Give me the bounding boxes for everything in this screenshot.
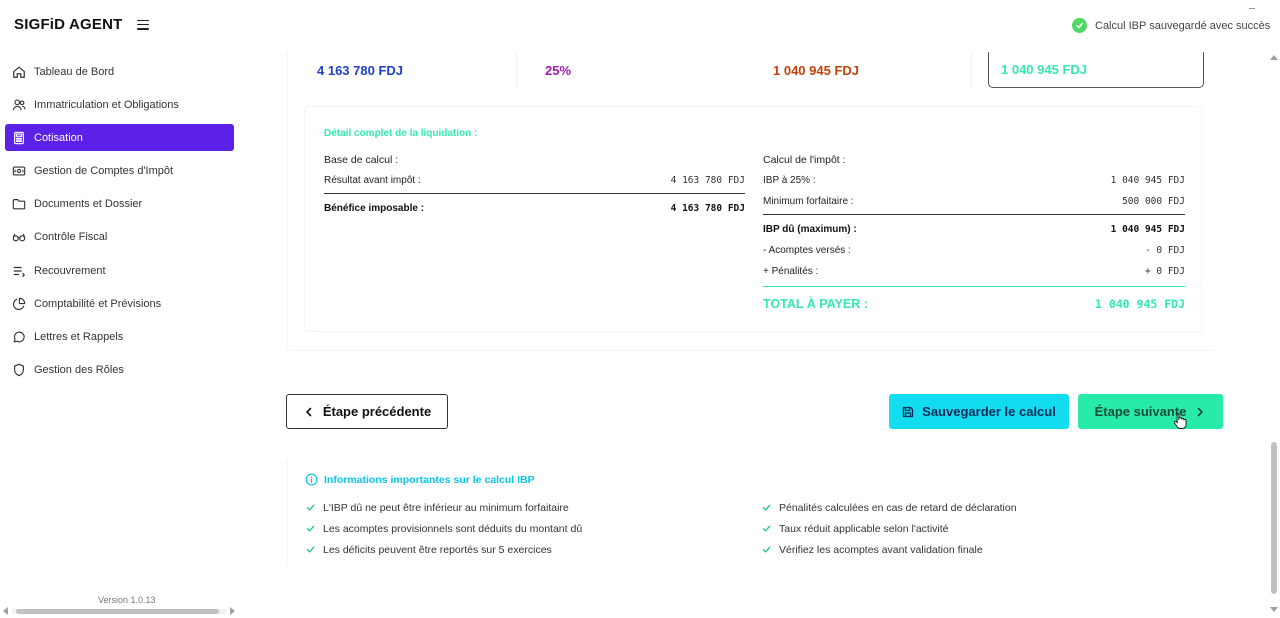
- toast-message: Calcul IBP sauvegardé avec succès: [1095, 19, 1271, 32]
- info-list-left: L'IBP dû ne peut être inférieur au minim…: [306, 497, 582, 560]
- detail-title: Détail complet de la liquidation :: [324, 128, 478, 139]
- detail-row: + Pénalités : + 0 FDJ: [763, 266, 1185, 277]
- brand: SIGFiD AGENT: [14, 16, 149, 33]
- divider: [324, 193, 745, 194]
- check-icon: [306, 525, 315, 532]
- previous-step-button[interactable]: Étape précédente: [286, 394, 448, 429]
- toast-close-icon[interactable]: [1249, 8, 1255, 9]
- folder-icon: [12, 197, 26, 211]
- scroll-thumb[interactable]: [1271, 442, 1277, 594]
- check-icon: [762, 546, 771, 553]
- vertical-scrollbar[interactable]: [1268, 52, 1280, 618]
- sidebar-item-comptes-impot[interactable]: Gestion de Comptes d'Impôt: [5, 158, 234, 185]
- total-to-pay: TOTAL À PAYER : 1 040 945 FDJ: [763, 297, 1185, 311]
- summary-rate: 25%: [545, 62, 572, 78]
- divider: [763, 286, 1185, 287]
- summary-ibp: 1 040 945 FDJ: [762, 52, 972, 88]
- glasses-icon: [12, 230, 26, 244]
- shield-icon: [12, 363, 26, 377]
- check-icon: [762, 504, 771, 511]
- calculator-icon: [12, 131, 26, 145]
- chevron-right-icon: [1198, 407, 1204, 416]
- scroll-down-icon[interactable]: [1270, 607, 1278, 612]
- summary-total: 1 040 945 FDJ: [988, 52, 1204, 88]
- next-step-button[interactable]: Étape suivante: [1078, 394, 1223, 429]
- brand-name: SIGFiD AGENT: [14, 16, 123, 33]
- scroll-thumb[interactable]: [16, 609, 219, 614]
- pie-chart-icon: [12, 297, 26, 311]
- horizontal-scrollbar[interactable]: [0, 605, 240, 617]
- calc-heading: Calcul de l'impôt :: [763, 154, 846, 166]
- sidebar-item-label: Cotisation: [34, 131, 83, 144]
- sidebar: SIGFiD AGENT Tableau de Bord Immatricula…: [0, 0, 240, 618]
- base-calcul-column: Base de calcul : Résultat avant impôt : …: [324, 154, 745, 219]
- sidebar-item-label: Gestion des Rôles: [34, 364, 124, 377]
- scroll-up-icon[interactable]: [1270, 55, 1278, 60]
- info-icon: [305, 473, 318, 486]
- list-item: Pénalités calculées en cas de retard de …: [762, 497, 1017, 518]
- detail-row: IBP à 25% : 1 040 945 FDJ: [763, 175, 1185, 186]
- sidebar-item-immatriculation[interactable]: Immatriculation et Obligations: [5, 91, 234, 118]
- sidebar-item-controle-fiscal[interactable]: Contrôle Fiscal: [5, 224, 234, 251]
- detail-row: Minimum forfaitaire : 500 000 FDJ: [763, 196, 1185, 207]
- sidebar-item-label: Documents et Dossier: [34, 198, 143, 211]
- detail-row-ibp-du: IBP dû (maximum) : 1 040 945 FDJ: [763, 224, 1185, 235]
- list-item: Vérifiez les acomptes avant validation f…: [762, 539, 1017, 560]
- scroll-right-icon[interactable]: [230, 607, 235, 615]
- sidebar-item-comptabilite[interactable]: Comptabilité et Prévisions: [5, 290, 234, 317]
- sidebar-item-label: Immatriculation et Obligations: [34, 98, 179, 111]
- check-icon: [306, 546, 315, 553]
- base-heading: Base de calcul :: [324, 154, 399, 166]
- save-icon: [903, 406, 914, 417]
- divider: [763, 214, 1185, 215]
- sidebar-item-label: Comptabilité et Prévisions: [34, 297, 162, 310]
- users-icon: [12, 98, 26, 112]
- check-icon: [762, 525, 771, 532]
- sidebar-item-label: Contrôle Fiscal: [34, 231, 108, 244]
- sidebar-item-recouvrement[interactable]: Recouvrement: [5, 257, 234, 284]
- list-icon: [12, 264, 26, 278]
- hand-cursor-icon: [1173, 413, 1187, 429]
- list-item: Taux réduit applicable selon l'activité: [762, 518, 1017, 539]
- sidebar-item-tableau-de-bord[interactable]: Tableau de Bord: [5, 58, 234, 85]
- list-item: L'IBP dû ne peut être inférieur au minim…: [306, 497, 582, 518]
- list-item: Les acomptes provisionnels sont déduits …: [306, 518, 582, 539]
- sidebar-item-lettres[interactable]: Lettres et Rappels: [5, 324, 234, 351]
- message-icon: [12, 330, 26, 344]
- sidebar-item-label: Tableau de Bord: [34, 65, 115, 78]
- sidebar-nav: Tableau de Bord Immatriculation et Oblig…: [5, 58, 234, 390]
- sidebar-item-cotisation[interactable]: Cotisation: [5, 124, 234, 152]
- sidebar-item-roles[interactable]: Gestion des Rôles: [5, 357, 234, 384]
- sidebar-item-label: Lettres et Rappels: [34, 331, 124, 343]
- home-icon: [12, 65, 26, 79]
- detail-row: Résultat avant impôt : 4 163 780 FDJ: [324, 175, 745, 186]
- list-item: Les déficits peuvent être reportés sur 5…: [306, 539, 582, 560]
- summary-row: 4 163 780 FDJ 25% 1 040 945 FDJ 1 040 94…: [302, 52, 1212, 88]
- hamburger-menu-icon[interactable]: [136, 19, 149, 30]
- app-version: Version 1.0.13: [98, 595, 156, 605]
- sidebar-item-documents[interactable]: Documents et Dossier: [5, 191, 234, 218]
- wallet-icon: [12, 164, 26, 178]
- info-list-right: Pénalités calculées en cas de retard de …: [762, 497, 1017, 560]
- summary-base: 4 163 780 FDJ: [302, 52, 517, 88]
- detail-row-benefice: Bénéfice imposable : 4 163 780 FDJ: [324, 203, 745, 214]
- sidebar-item-label: Recouvrement: [34, 264, 106, 277]
- ibp-info-panel: Informations importantes sur le calcul I…: [287, 460, 1217, 565]
- detail-row: - Acomptes versés : - 0 FDJ: [763, 245, 1185, 256]
- chevron-left-icon: [306, 407, 312, 416]
- sidebar-item-label: Gestion de Comptes d'Impôt: [34, 165, 174, 178]
- calcul-impot-column: Calcul de l'impôt : IBP à 25% : 1 040 94…: [763, 154, 1185, 317]
- save-calculation-label: Sauvegarder le calcul: [922, 404, 1056, 419]
- previous-step-label: Étape précédente: [322, 404, 432, 419]
- scroll-left-icon[interactable]: [3, 607, 8, 615]
- liquidation-detail: Détail complet de la liquidation : Base …: [304, 106, 1202, 332]
- save-calculation-button[interactable]: Sauvegarder le calcul: [889, 394, 1069, 429]
- info-title: Informations importantes sur le calcul I…: [305, 473, 535, 486]
- check-circle-icon: [1072, 18, 1087, 33]
- success-toast: Calcul IBP sauvegardé avec succès: [1072, 18, 1270, 33]
- check-icon: [306, 504, 315, 511]
